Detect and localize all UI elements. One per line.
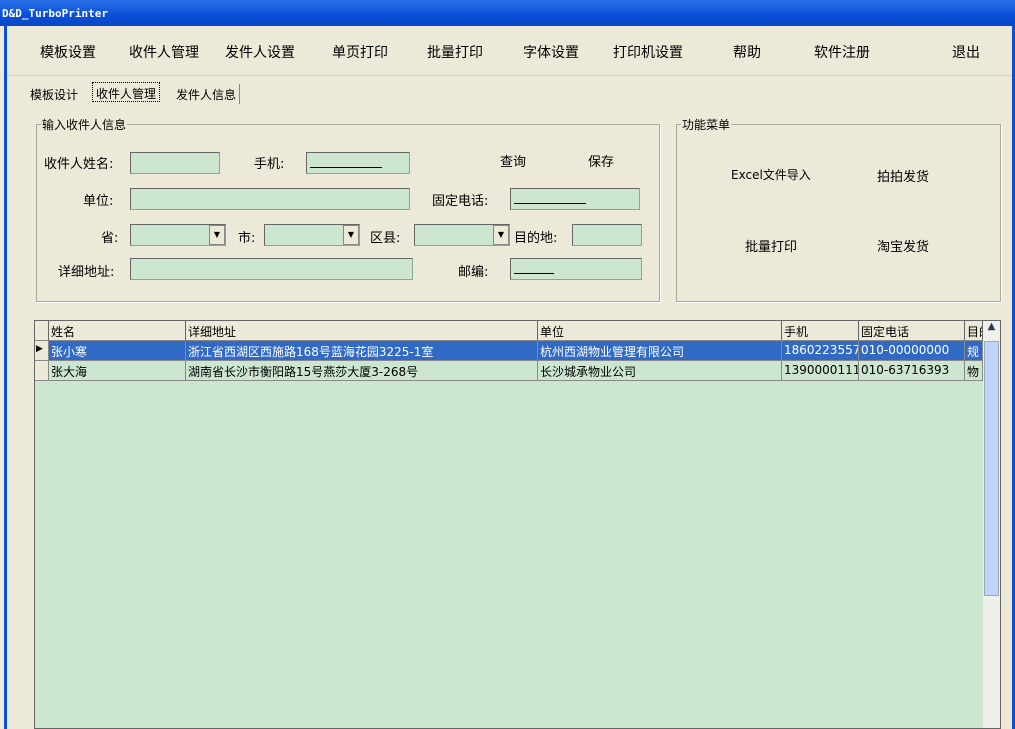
- cell-mobile[interactable]: 18602235579: [782, 341, 859, 361]
- row-indicator: [35, 361, 49, 381]
- zip-label: 邮编:: [458, 265, 489, 280]
- table-header: 姓名 详细地址 单位 手机 固定电话 目的地: [35, 321, 983, 341]
- col-company[interactable]: 单位: [538, 321, 782, 341]
- menu-sender-settings[interactable]: 发件人设置: [225, 42, 295, 62]
- tab-sender-info[interactable]: 发件人信息: [173, 84, 241, 104]
- title-bar: D&D_TurboPrinter: [0, 0, 1015, 26]
- save-button[interactable]: 保存: [588, 151, 614, 170]
- zip-input[interactable]: [510, 258, 642, 280]
- taobao-ship-button[interactable]: 淘宝发货: [877, 236, 929, 255]
- name-input[interactable]: [130, 152, 220, 174]
- col-address[interactable]: 详细地址: [186, 321, 538, 341]
- address-label: 详细地址:: [58, 265, 115, 280]
- col-mobile[interactable]: 手机: [782, 321, 859, 341]
- menu-printer-settings[interactable]: 打印机设置: [613, 42, 683, 62]
- chevron-down-icon[interactable]: ▼: [209, 225, 225, 245]
- city-select[interactable]: ▼: [264, 224, 360, 246]
- cell-destination[interactable]: 规: [965, 341, 983, 361]
- col-phone[interactable]: 固定电话: [859, 321, 965, 341]
- menu-font-settings[interactable]: 字体设置: [523, 42, 579, 62]
- col-name[interactable]: 姓名: [49, 321, 186, 341]
- chevron-down-icon[interactable]: ▼: [493, 225, 509, 245]
- mobile-input[interactable]: [306, 152, 410, 174]
- scroll-thumb[interactable]: [984, 341, 999, 596]
- address-input[interactable]: [130, 258, 413, 280]
- menu-help[interactable]: 帮助: [733, 42, 761, 62]
- recipient-input-legend: 输入收件人信息: [42, 118, 127, 132]
- function-menu-group: 功能菜单: [676, 116, 1001, 302]
- cell-destination[interactable]: 物: [965, 361, 983, 381]
- cell-address[interactable]: 湖南省长沙市衡阳路15号燕莎大厦3-268号: [186, 361, 538, 381]
- cell-phone[interactable]: 010-00000000: [859, 341, 965, 361]
- tab-recipient-management[interactable]: 收件人管理: [92, 82, 161, 102]
- col-destination[interactable]: 目的地: [965, 321, 983, 341]
- query-button[interactable]: 查询: [500, 151, 526, 170]
- name-label: 收件人姓名:: [44, 157, 114, 172]
- excel-import-button[interactable]: Excel文件导入: [731, 166, 811, 183]
- scroll-up-icon[interactable]: ▲: [983, 321, 1000, 339]
- menu-bar: 模板设置 收件人管理 发件人设置 单页打印 批量打印 字体设置 打印机设置 帮助…: [7, 26, 1012, 76]
- district-label: 区县:: [370, 231, 401, 246]
- tab-template-design[interactable]: 模板设计: [27, 84, 81, 104]
- recipient-table: 姓名 详细地址 单位 手机 固定电话 目的地 ▶ 张小寒 浙江省西湖区西施路16…: [34, 320, 1001, 729]
- table-row[interactable]: ▶ 张小寒 浙江省西湖区西施路168号蓝海花园3225-1室 杭州西湖物业管理有…: [35, 341, 983, 361]
- city-label: 市:: [238, 231, 256, 246]
- current-row-icon: ▶: [35, 341, 49, 361]
- district-select[interactable]: ▼: [414, 224, 510, 246]
- menu-recipient-management[interactable]: 收件人管理: [129, 42, 199, 62]
- phone-label: 固定电话:: [432, 194, 489, 209]
- menu-exit[interactable]: 退出: [952, 42, 980, 62]
- cell-phone[interactable]: 010-63716393: [859, 361, 965, 381]
- chevron-down-icon[interactable]: ▼: [343, 225, 359, 245]
- cell-company[interactable]: 长沙城承物业公司: [538, 361, 782, 381]
- mobile-label: 手机:: [254, 157, 285, 172]
- destination-input[interactable]: [572, 224, 642, 246]
- destination-label: 目的地:: [514, 231, 558, 246]
- province-select[interactable]: ▼: [130, 224, 226, 246]
- cell-name[interactable]: 张小寒: [49, 341, 186, 361]
- menu-single-print[interactable]: 单页打印: [332, 42, 388, 62]
- province-label: 省:: [101, 231, 119, 246]
- function-menu-legend: 功能菜单: [682, 118, 731, 132]
- cell-company[interactable]: 杭州西湖物业管理有限公司: [538, 341, 782, 361]
- menu-template-settings[interactable]: 模板设置: [40, 42, 96, 62]
- company-input[interactable]: [130, 188, 410, 210]
- table-row[interactable]: 张大海 湖南省长沙市衡阳路15号燕莎大厦3-268号 长沙城承物业公司 1390…: [35, 361, 983, 381]
- menu-batch-print[interactable]: 批量打印: [427, 42, 483, 62]
- company-label: 单位:: [83, 194, 114, 209]
- row-indicator-header: [35, 321, 49, 341]
- cell-address[interactable]: 浙江省西湖区西施路168号蓝海花园3225-1室: [186, 341, 538, 361]
- batch-print-button[interactable]: 批量打印: [745, 236, 797, 255]
- phone-input[interactable]: [510, 188, 640, 210]
- paipai-ship-button[interactable]: 拍拍发货: [877, 166, 929, 185]
- cell-mobile[interactable]: 13900001111: [782, 361, 859, 381]
- cell-name[interactable]: 张大海: [49, 361, 186, 381]
- menu-register[interactable]: 软件注册: [814, 42, 870, 62]
- vertical-scrollbar[interactable]: ▲: [983, 321, 1000, 728]
